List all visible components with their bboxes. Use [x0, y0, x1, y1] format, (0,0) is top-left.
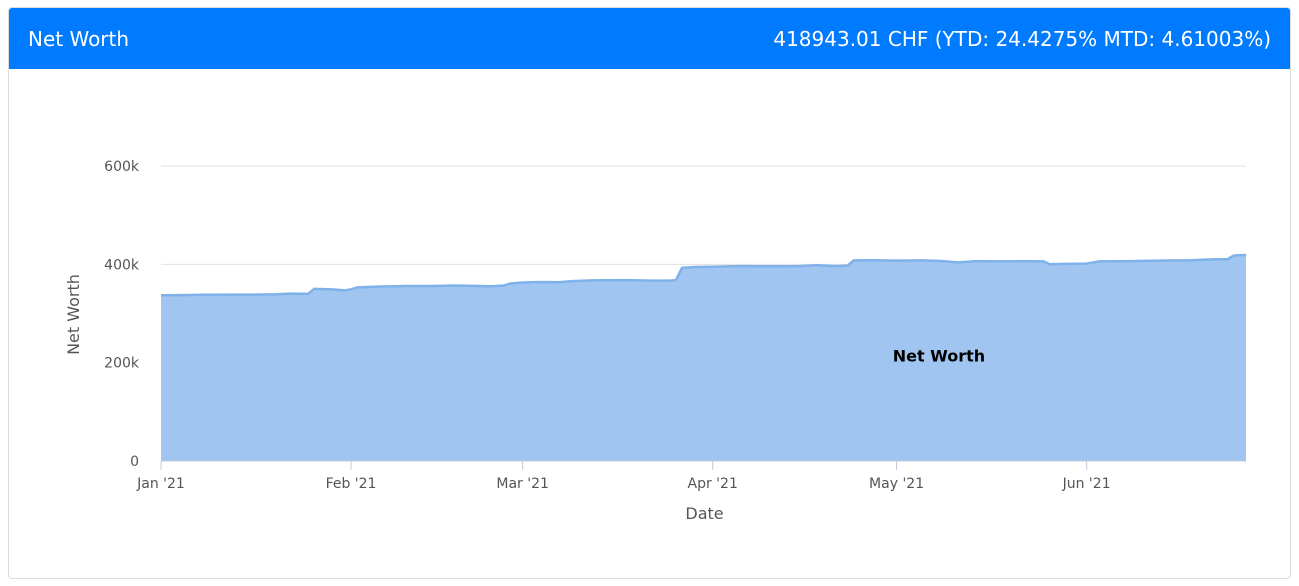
card-header: Net Worth 418943.01 CHF (YTD: 24.4275% M… — [9, 8, 1290, 69]
x-tick-label: Mar '21 — [496, 476, 549, 492]
x-tick-label: Apr '21 — [688, 476, 738, 492]
y-tick-label: 200k — [104, 356, 140, 372]
card-title: Net Worth — [28, 26, 130, 51]
net-worth-chart: 0 200k 400k 600k Jan '21 Feb '21 Mar '21 Apr '2… — [64, 159, 1247, 523]
net-worth-summary: 418943.01 CHF (YTD: 24.4275% MTD: 4.6100… — [773, 26, 1271, 51]
x-tick-label: Jan '21 — [136, 476, 185, 492]
y-axis-title: Net Worth — [64, 274, 83, 355]
x-axis-title: Date — [685, 504, 723, 523]
card-body: 0 200k 400k 600k Jan '21 Feb '21 Mar '21 Apr '2… — [9, 69, 1290, 578]
y-tick-label: 400k — [104, 257, 140, 273]
series-label: Net Worth — [893, 347, 985, 366]
y-tick-label: 600k — [104, 159, 140, 175]
x-tick-label: Feb '21 — [326, 476, 377, 492]
y-tick-label: 0 — [130, 454, 139, 470]
x-tick-label: May '21 — [869, 476, 924, 492]
net-worth-card: Net Worth 418943.01 CHF (YTD: 24.4275% M… — [8, 7, 1291, 579]
x-tick-label: Jun '21 — [1062, 476, 1111, 492]
series-area — [161, 255, 1246, 461]
